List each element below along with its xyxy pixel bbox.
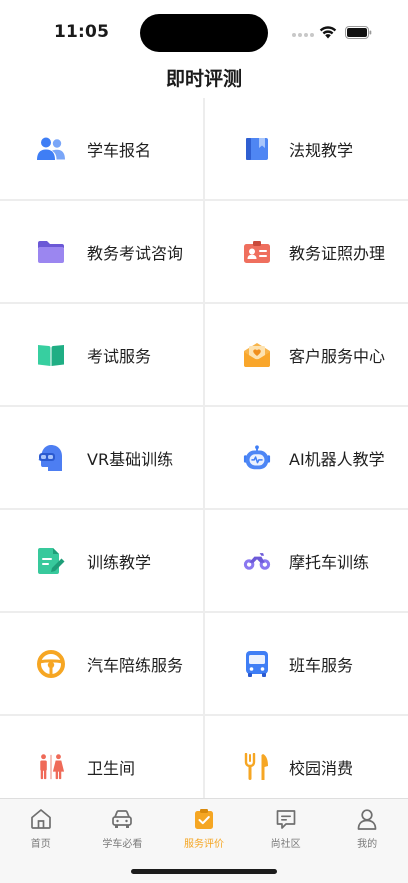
edit-document-icon [37,547,65,575]
service-item-label: 教务考试咨询 [87,243,184,263]
tab-label: 尚社区 [270,839,301,850]
service-item-label: 校园消费 [289,758,354,778]
book-icon [243,135,271,163]
tab-me[interactable]: 我的 [326,799,408,855]
dynamic-island [140,14,268,52]
service-item-label: AI机器人教学 [289,449,385,469]
service-item-label: 学车报名 [87,140,152,160]
status-time: 11:05 [54,22,110,42]
clipboard-check-icon [194,809,213,829]
service-item-label: 训练教学 [87,552,152,572]
status-bar: 11:05 [0,0,408,62]
bus-icon [243,650,271,678]
service-item-law-teaching[interactable]: 法规教学 [205,98,408,199]
service-item-car-practice[interactable]: 汽车陪练服务 [0,613,203,714]
wifi-icon [319,26,337,39]
steering-wheel-icon [37,649,65,678]
tab-label: 服务评价 [183,839,224,850]
motorcycle-icon [243,547,271,575]
service-item-customer-center[interactable]: 客户服务中心 [205,304,408,405]
service-item-shuttle-bus[interactable]: 班车服务 [205,613,408,714]
users-icon [37,135,65,163]
service-item-label: 考试服务 [87,346,152,366]
service-item-label: 汽车陪练服务 [87,655,184,675]
restroom-icon [37,753,65,781]
service-item-label: 法规教学 [289,140,354,160]
open-book-icon [37,341,65,369]
service-item-exam-consult[interactable]: 教务考试咨询 [0,201,203,302]
chat-icon [276,810,295,829]
tab-community[interactable]: 尚社区 [245,799,327,855]
service-item-label: VR基础训练 [87,449,174,469]
service-item-label: 班车服务 [289,655,354,675]
tab-must-see[interactable]: 学车必看 [82,799,164,855]
folder-icon [37,238,65,266]
cellular-signal-icon [292,33,314,37]
car-icon [112,810,133,828]
service-item-label: 摩托车训练 [289,552,370,572]
service-item-label: 卫生间 [87,758,136,778]
service-item-training-teaching[interactable]: 训练教学 [0,510,203,611]
vr-head-icon [37,444,65,472]
id-card-icon [243,238,271,266]
tab-home[interactable]: 首页 [0,799,82,855]
service-item-restroom[interactable]: 卫生间 [0,716,203,798]
service-item-exam-service[interactable]: 考试服务 [0,304,203,405]
service-item-registration[interactable]: 学车报名 [0,98,203,199]
service-grid: 学车报名 法规教学 教务考试咨询 教务证照办理 考试服务 客户服务中心 VR基础… [0,98,408,798]
service-item-vr-training[interactable]: VR基础训练 [0,407,203,508]
battery-icon [345,26,372,39]
tab-bar: 首页 学车必看 服务评价 尚社区 我的 [0,798,408,883]
dining-icon [243,752,271,781]
service-item-label: 客户服务中心 [289,346,386,366]
service-item-campus-consumption[interactable]: 校园消费 [205,716,408,798]
page-title: 即时评测 [165,68,242,90]
tab-label: 首页 [30,839,51,850]
tab-label: 我的 [357,839,378,850]
mail-heart-icon [243,341,271,369]
service-item-label: 教务证照办理 [289,243,386,263]
robot-icon [243,444,271,472]
tab-label: 学车必看 [102,839,143,850]
service-item-license[interactable]: 教务证照办理 [205,201,408,302]
home-indicator [131,869,277,874]
service-item-motorcycle[interactable]: 摩托车训练 [205,510,408,611]
home-icon [30,809,51,829]
user-icon [357,809,377,830]
service-item-ai-robot[interactable]: AI机器人教学 [205,407,408,508]
tab-service-evaluation[interactable]: 服务评价 [163,799,245,855]
